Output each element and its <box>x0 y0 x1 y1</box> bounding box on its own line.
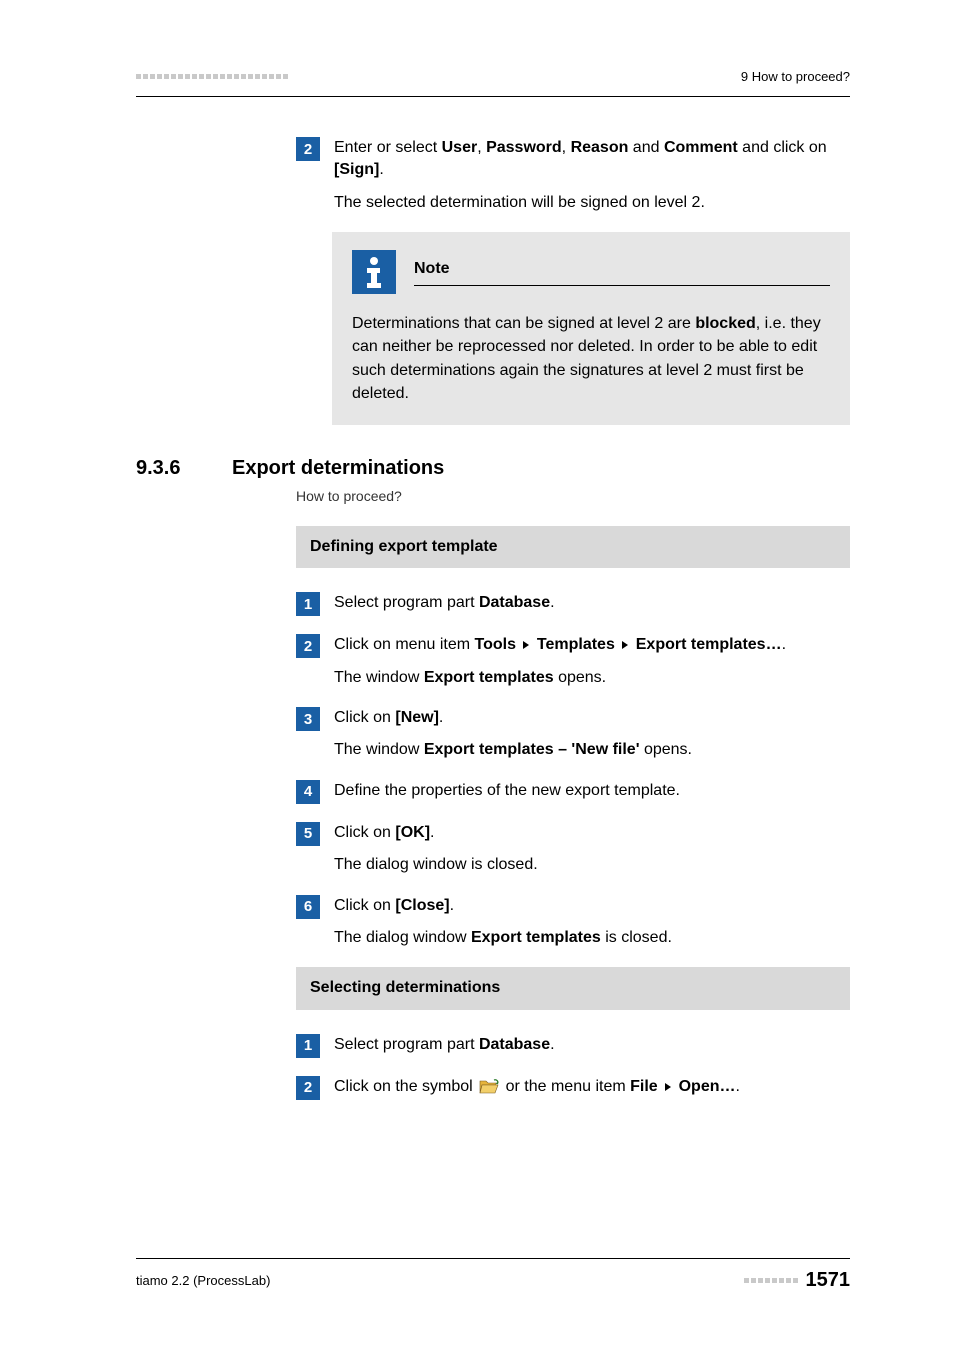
chevron-right-icon <box>665 1083 671 1091</box>
chevron-right-icon <box>523 641 529 649</box>
note-callout: Note Determinations that can be signed a… <box>332 232 850 425</box>
subsection-defining-export-template: Defining export template <box>296 526 850 568</box>
header-rule <box>136 96 850 97</box>
folder-open-icon <box>479 1079 499 1095</box>
section-heading: 9.3.6 Export determinations <box>136 457 850 480</box>
step-number-badge: 4 <box>296 780 320 804</box>
step-export-1: 1 Select program part Database. <box>296 592 850 616</box>
step-text: Click on [Close]. <box>334 895 850 917</box>
page-header: 9 How to proceed? <box>136 64 850 88</box>
step-result: The dialog window is closed. <box>334 854 850 876</box>
section-title: Export determinations <box>232 457 444 480</box>
footer-decoration <box>744 1278 798 1283</box>
header-chapter-label: 9 How to proceed? <box>741 69 850 84</box>
step-result: The window Export templates opens. <box>334 667 850 689</box>
section-number: 9.3.6 <box>136 457 200 480</box>
step-export-2: 2 Click on menu item Tools Templates Exp… <box>296 634 850 689</box>
page-footer: tiamo 2.2 (ProcessLab) 1571 <box>136 1258 850 1292</box>
step-result: The dialog window Export templates is cl… <box>334 927 850 949</box>
section-subtitle: How to proceed? <box>296 488 850 504</box>
step-number-badge: 6 <box>296 895 320 919</box>
subsection-selecting-determinations: Selecting determinations <box>296 967 850 1009</box>
header-chapter-text: 9 How to proceed? <box>741 69 850 84</box>
step-number-badge: 5 <box>296 822 320 846</box>
step-export-6: 6 Click on [Close]. The dialog window Ex… <box>296 895 850 950</box>
step-text: Define the properties of the new export … <box>334 780 850 802</box>
note-body: Determinations that can be signed at lev… <box>352 312 830 405</box>
step-number-badge: 2 <box>296 1076 320 1100</box>
step-text: Select program part Database. <box>334 1034 850 1056</box>
page-number: 1571 <box>806 1269 851 1292</box>
note-title: Note <box>414 258 830 285</box>
step-text: Click on the symbol or the menu item Fil… <box>334 1076 850 1098</box>
step-result: The selected determination will be signe… <box>334 192 850 214</box>
step-export-5: 5 Click on [OK]. The dialog window is cl… <box>296 822 850 877</box>
step-text: Click on [OK]. <box>334 822 850 844</box>
step-number-badge: 1 <box>296 1034 320 1058</box>
step-result: The window Export templates – 'New file'… <box>334 739 850 761</box>
chevron-right-icon <box>622 641 628 649</box>
step-text: Click on menu item Tools Templates Expor… <box>334 634 850 656</box>
step-number-badge: 2 <box>296 137 320 161</box>
footer-rule <box>136 1258 850 1259</box>
step-sign-level2: 2 Enter or select User, Password, Reason… <box>296 137 850 214</box>
step-instruction: Enter or select User, Password, Reason a… <box>334 137 850 182</box>
step-export-4: 4 Define the properties of the new expor… <box>296 780 850 804</box>
step-text: Select program part Database. <box>334 592 850 614</box>
header-decoration-left <box>136 74 288 79</box>
step-text: Click on [New]. <box>334 707 850 729</box>
step-number-badge: 3 <box>296 707 320 731</box>
step-number-badge: 2 <box>296 634 320 658</box>
info-icon <box>352 250 396 294</box>
step-select-1: 1 Select program part Database. <box>296 1034 850 1058</box>
step-number-badge: 1 <box>296 592 320 616</box>
step-export-3: 3 Click on [New]. The window Export temp… <box>296 707 850 762</box>
step-select-2: 2 Click on the symbol or the menu item F… <box>296 1076 850 1100</box>
footer-product: tiamo 2.2 (ProcessLab) <box>136 1273 270 1288</box>
